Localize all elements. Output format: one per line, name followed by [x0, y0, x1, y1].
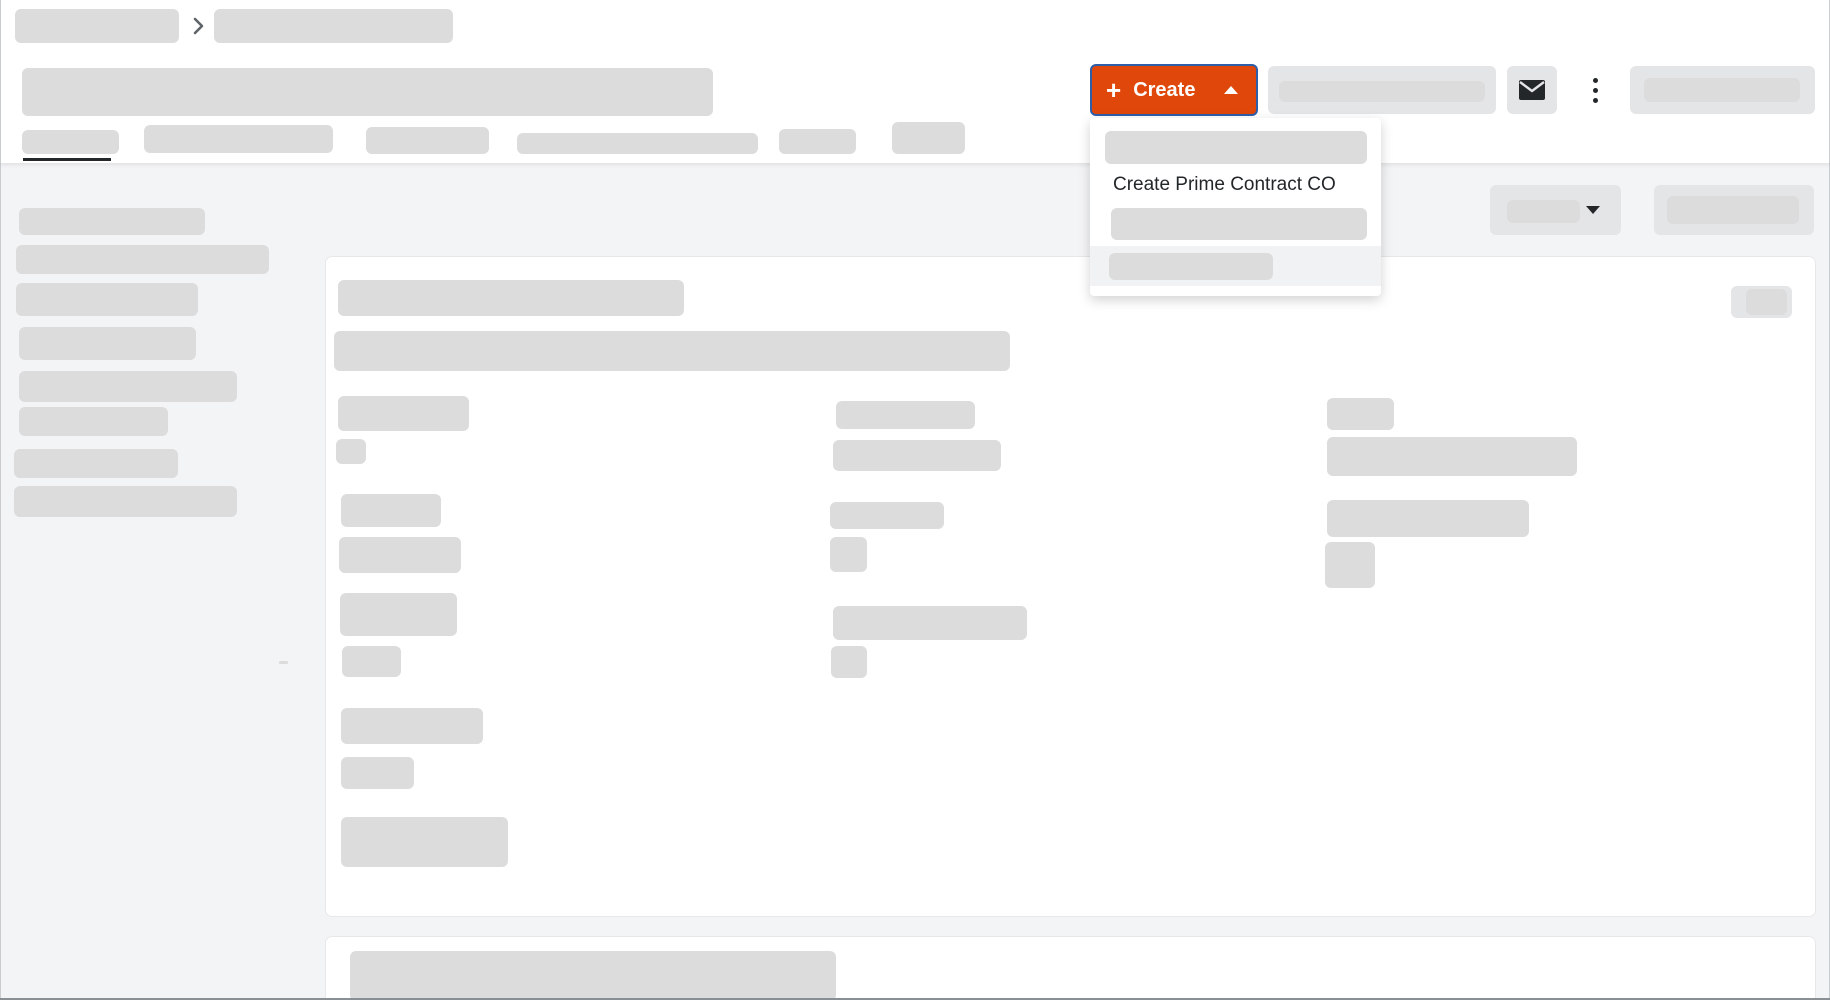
tab-skeleton[interactable] [517, 133, 758, 154]
page-header: + Create [0, 0, 1830, 163]
menu-item-create-prime-contract-co[interactable]: Create Prime Contract CO [1113, 174, 1336, 196]
secondary-card [326, 937, 1815, 1000]
field-label-skeleton [340, 593, 457, 636]
menu-item-skeleton[interactable] [1109, 253, 1273, 280]
field-value-skeleton [833, 440, 1001, 471]
chevron-right-icon [191, 14, 207, 38]
edit-button-label-skeleton [1746, 289, 1787, 315]
tab-skeleton[interactable] [366, 127, 489, 154]
email-button[interactable] [1507, 66, 1557, 114]
field-label-skeleton [1327, 500, 1529, 537]
details-card [326, 257, 1815, 916]
sidebar-item-skeleton[interactable] [19, 371, 237, 402]
field-value-skeleton [831, 646, 867, 678]
field-value-skeleton [341, 817, 508, 867]
create-button[interactable]: + Create [1090, 64, 1258, 116]
tab-skeleton[interactable] [779, 129, 856, 154]
action-button-label-skeleton [1644, 78, 1800, 102]
create-dropdown-menu: Create Prime Contract CO [1090, 118, 1381, 296]
breadcrumb-item-skeleton[interactable] [15, 9, 179, 43]
field-label-skeleton [1327, 398, 1394, 430]
tab-skeleton[interactable] [144, 125, 333, 153]
sidebar-item-skeleton[interactable] [16, 283, 198, 316]
field-label-skeleton [830, 502, 944, 529]
field-value-skeleton [341, 757, 414, 789]
card-subtitle-skeleton [334, 331, 1010, 371]
action-button-label-skeleton [1279, 81, 1485, 102]
sidebar-item-skeleton[interactable] [19, 208, 205, 235]
field-value-skeleton [339, 537, 461, 573]
page-title-skeleton [22, 68, 713, 116]
sidebar-item-skeleton[interactable] [16, 245, 269, 274]
field-value-skeleton [1327, 437, 1577, 476]
field-value-skeleton [830, 537, 867, 572]
breadcrumb-item-skeleton[interactable] [214, 9, 453, 43]
sidebar-item-skeleton[interactable] [19, 327, 196, 360]
field-label-skeleton [338, 396, 469, 431]
tab-skeleton[interactable] [22, 130, 119, 154]
more-options-button[interactable] [1575, 66, 1615, 114]
menu-item-skeleton[interactable] [1105, 131, 1367, 164]
caret-down-icon [1586, 206, 1600, 214]
scroll-marker [279, 661, 288, 664]
field-value-skeleton [336, 439, 366, 464]
field-label-skeleton [836, 401, 975, 429]
kebab-vertical-icon [1592, 77, 1598, 83]
plus-icon: + [1106, 75, 1122, 105]
field-label-skeleton [341, 708, 483, 744]
create-button-label: Create [1133, 78, 1196, 101]
field-value-skeleton [1325, 542, 1375, 588]
field-label-skeleton [341, 494, 441, 527]
envelope-icon [1519, 80, 1545, 100]
field-label-skeleton [833, 606, 1027, 640]
card-title-skeleton [338, 280, 684, 316]
sidebar-item-skeleton[interactable] [14, 486, 237, 517]
toolbar-button-label-skeleton [1667, 196, 1799, 224]
caret-up-icon [1224, 86, 1238, 94]
sidebar-item-skeleton[interactable] [19, 407, 168, 436]
card-title-skeleton [350, 951, 836, 1000]
sidebar-item-skeleton[interactable] [14, 449, 178, 478]
menu-item-skeleton[interactable] [1111, 208, 1367, 240]
active-tab-indicator [23, 158, 111, 161]
field-value-skeleton [342, 646, 401, 677]
view-dropdown-button[interactable] [1490, 185, 1621, 235]
dropdown-label-skeleton [1507, 200, 1580, 223]
tab-skeleton[interactable] [892, 122, 965, 154]
